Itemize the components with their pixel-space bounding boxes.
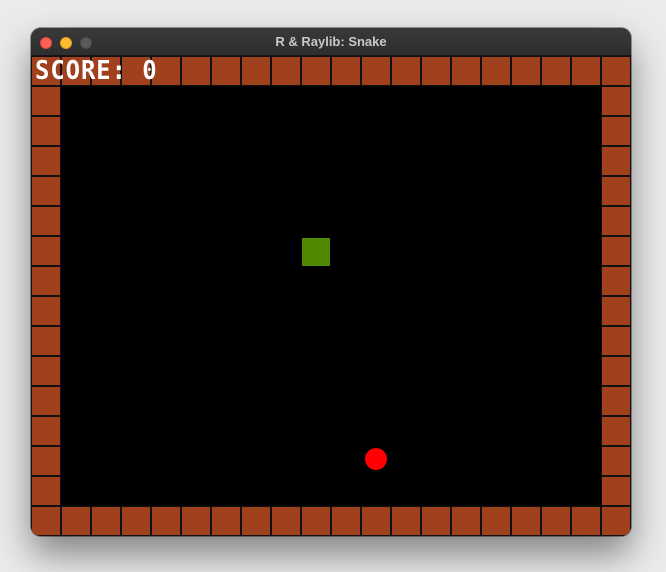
wall-brick <box>601 446 631 476</box>
wall-brick <box>601 506 631 536</box>
wall-brick <box>511 56 541 86</box>
wall-brick <box>31 446 61 476</box>
wall-brick <box>31 86 61 116</box>
wall-brick <box>601 476 631 506</box>
wall-brick <box>241 506 271 536</box>
wall-brick <box>601 266 631 296</box>
wall-brick <box>31 506 61 536</box>
wall-brick <box>181 56 211 86</box>
wall-brick <box>241 56 271 86</box>
wall-brick <box>181 506 211 536</box>
wall-brick <box>601 176 631 206</box>
snake-head <box>302 238 330 266</box>
wall-brick <box>271 56 301 86</box>
wall-brick <box>31 116 61 146</box>
wall-brick <box>571 506 601 536</box>
wall-brick <box>31 386 61 416</box>
wall-brick <box>481 56 511 86</box>
wall-brick <box>301 506 331 536</box>
wall-brick <box>601 236 631 266</box>
wall-brick <box>331 506 361 536</box>
wall-brick <box>31 326 61 356</box>
wall-brick <box>361 56 391 86</box>
window-title: R & Raylib: Snake <box>275 34 387 49</box>
wall-brick <box>211 56 241 86</box>
wall-brick <box>391 56 421 86</box>
wall-brick <box>601 56 631 86</box>
wall-brick <box>601 296 631 326</box>
game-window: R & Raylib: Snake SCORE: 0 <box>31 28 631 536</box>
food-apple <box>365 448 387 470</box>
wall-brick <box>421 56 451 86</box>
wall-brick <box>601 326 631 356</box>
wall-brick <box>601 206 631 236</box>
wall-brick <box>601 116 631 146</box>
wall-brick <box>301 56 331 86</box>
wall-brick <box>601 146 631 176</box>
wall-brick <box>421 506 451 536</box>
wall-brick <box>211 506 241 536</box>
wall-brick <box>31 176 61 206</box>
wall-brick <box>601 356 631 386</box>
wall-brick <box>601 386 631 416</box>
wall-brick <box>31 416 61 446</box>
wall-brick <box>151 506 181 536</box>
wall-brick <box>91 506 121 536</box>
wall-brick <box>541 506 571 536</box>
game-canvas[interactable]: SCORE: 0 <box>31 56 631 536</box>
wall-brick <box>271 506 301 536</box>
wall-brick <box>601 416 631 446</box>
wall-brick <box>61 506 91 536</box>
title-bar[interactable]: R & Raylib: Snake <box>31 28 631 56</box>
wall-brick <box>31 266 61 296</box>
wall-brick <box>541 56 571 86</box>
wall-brick <box>601 86 631 116</box>
wall-brick <box>31 236 61 266</box>
wall-brick <box>31 476 61 506</box>
wall-brick <box>121 506 151 536</box>
wall-brick <box>31 296 61 326</box>
wall-brick <box>361 506 391 536</box>
wall-brick <box>331 56 361 86</box>
wall-brick <box>31 356 61 386</box>
wall-brick <box>31 146 61 176</box>
wall-brick <box>451 56 481 86</box>
wall-brick <box>571 56 601 86</box>
wall-brick <box>31 206 61 236</box>
wall-brick <box>511 506 541 536</box>
wall-brick <box>481 506 511 536</box>
score-label: SCORE: 0 <box>35 56 158 86</box>
wall-brick <box>391 506 421 536</box>
wall-brick <box>451 506 481 536</box>
